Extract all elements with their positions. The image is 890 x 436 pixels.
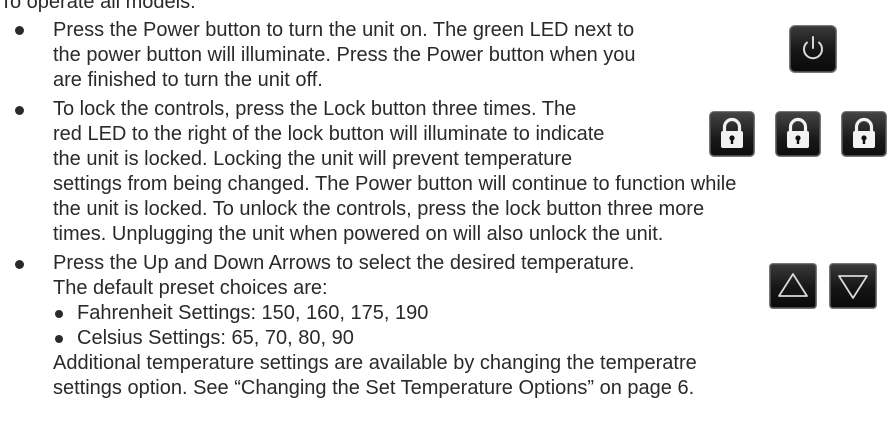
lock-icon xyxy=(721,117,743,148)
lock-paragraph-line: the unit is locked. Locking the unit wil… xyxy=(53,148,573,170)
lock-icon xyxy=(787,117,809,148)
up-arrow-icon xyxy=(778,273,808,297)
power-paragraph-line: Press the Power button to turn the unit … xyxy=(53,19,635,41)
power-paragraph-line: the power button will illuminate. Press … xyxy=(53,44,636,66)
up-arrow-button[interactable] xyxy=(770,264,816,308)
intro-text: To operate all models: xyxy=(0,0,196,13)
lock-button[interactable] xyxy=(776,112,820,156)
down-arrow-icon xyxy=(838,275,868,299)
lock-paragraph-line: settings from being changed. The Power b… xyxy=(53,173,737,195)
power-icon xyxy=(803,36,823,60)
lock-paragraph-line: the unit is locked. To unlock the contro… xyxy=(53,198,705,220)
down-arrow-button[interactable] xyxy=(830,264,876,308)
sub-bullet-marker xyxy=(55,335,63,343)
lock-paragraph-line: To lock the controls, press the Lock but… xyxy=(53,98,577,120)
fahrenheit-settings: Fahrenheit Settings: 150, 160, 175, 190 xyxy=(77,302,429,324)
arrows-paragraph-line: Press the Up and Down Arrows to select t… xyxy=(53,252,635,274)
lock-paragraph-line: times. Unplugging the unit when powered … xyxy=(53,223,664,245)
lock-icon xyxy=(853,117,875,148)
bullet-marker xyxy=(15,106,24,115)
arrows-paragraph-line: The default preset choices are: xyxy=(53,277,328,299)
bullet-marker xyxy=(15,260,24,269)
bullet-marker xyxy=(15,26,24,35)
lock-button[interactable] xyxy=(710,112,754,156)
power-paragraph-line: are finished to turn the unit off. xyxy=(53,69,323,91)
arrows-paragraph-line: settings option. See “Changing the Set T… xyxy=(53,377,695,399)
power-button[interactable] xyxy=(790,26,836,72)
arrows-paragraph-line: Additional temperature settings are avai… xyxy=(53,352,697,374)
intro-clipped-heading: To operate all models: xyxy=(0,0,890,15)
lock-button[interactable] xyxy=(842,112,886,156)
sub-bullet-marker xyxy=(55,310,63,318)
lock-paragraph-line: red LED to the right of the lock button … xyxy=(53,123,605,145)
celsius-settings: Celsius Settings: 65, 70, 80, 90 xyxy=(77,327,354,349)
